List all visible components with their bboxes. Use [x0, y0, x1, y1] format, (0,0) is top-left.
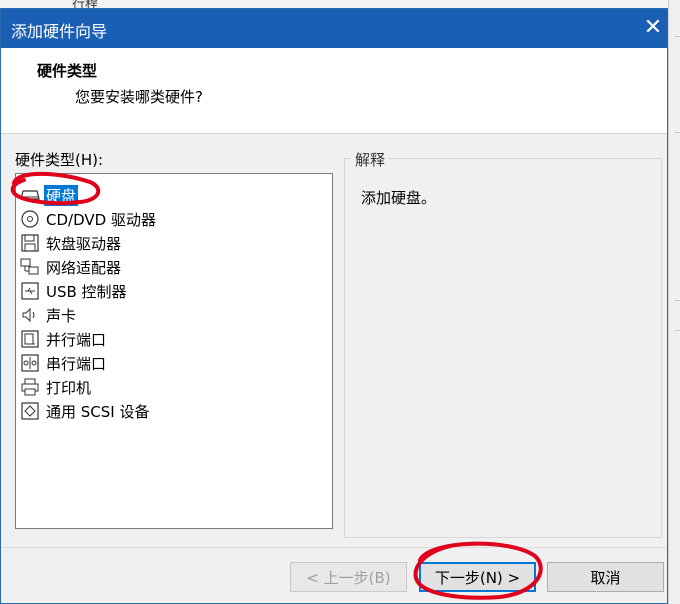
dialog-title: 添加硬件向导 [11, 22, 108, 41]
explanation-text: 添加硬盘。 [361, 189, 437, 207]
list-item-label: 硬盘 [44, 184, 79, 206]
list-item-usb-controller[interactable]: USB 控制器 [20, 280, 129, 302]
list-item-label: 网络适配器 [46, 258, 122, 277]
list-item-parallel-port[interactable]: 并行端口 [20, 328, 108, 350]
explanation-group: 解释 添加硬盘。 [344, 149, 662, 538]
header-subtitle: 您要安装哪类硬件? [75, 88, 203, 106]
network-adapter-icon [20, 257, 40, 277]
usb-icon [20, 281, 40, 301]
list-item-label: 并行端口 [46, 330, 107, 349]
hardware-type-label: 硬件类型(H): [15, 151, 104, 169]
list-item-label: 串行端口 [46, 354, 107, 373]
list-item-printer[interactable]: 打印机 [20, 376, 93, 398]
title-bar: 添加硬件向导 ✕ [1, 9, 667, 48]
list-item-label: USB 控制器 [46, 282, 127, 301]
list-item-label: 打印机 [46, 378, 92, 397]
list-item-network-adapter[interactable]: 网络适配器 [20, 256, 123, 278]
list-item-label: 软盘驱动器 [46, 234, 122, 253]
close-button[interactable]: ✕ [641, 13, 665, 43]
list-item-cd-dvd[interactable]: CD/DVD 驱动器 [20, 208, 158, 230]
parallel-port-icon [20, 329, 40, 349]
list-item-sound-card[interactable]: 声卡 [20, 304, 78, 326]
hard-disk-icon [20, 185, 40, 205]
cancel-button[interactable]: 取消 [547, 562, 664, 592]
floppy-icon [20, 233, 40, 253]
footer-divider [1, 547, 667, 548]
list-item-hard-disk[interactable]: 硬盘 [20, 184, 79, 206]
background-window-strip: 行程 [0, 0, 680, 12]
explanation-legend: 解释 [351, 149, 390, 170]
scsi-icon [20, 401, 40, 421]
next-button[interactable]: 下一步(N) > [419, 562, 536, 592]
add-hardware-wizard-dialog: 添加硬件向导 ✕ 硬件类型 您要安装哪类硬件? 硬件类型(H): 硬盘 CD/D… [0, 8, 668, 604]
list-item-floppy[interactable]: 软盘驱动器 [20, 232, 123, 254]
printer-icon [20, 377, 40, 397]
back-button[interactable]: < 上一步(B) [290, 562, 407, 592]
wizard-header: 硬件类型 您要安装哪类硬件? [1, 48, 667, 134]
cd-dvd-icon [20, 209, 40, 229]
list-item-label: CD/DVD 驱动器 [46, 210, 156, 229]
serial-port-icon [20, 353, 40, 373]
list-item-label: 通用 SCSI 设备 [46, 402, 150, 421]
speaker-icon [20, 305, 40, 325]
list-item-serial-port[interactable]: 串行端口 [20, 352, 108, 374]
list-item-label: 声卡 [46, 306, 77, 325]
background-window-right [668, 0, 680, 604]
list-item-generic-scsi[interactable]: 通用 SCSI 设备 [20, 400, 151, 422]
hardware-type-listbox[interactable]: 硬盘 CD/DVD 驱动器 软盘驱动器 网络适配器 USB 控制器 声卡 并行端… [15, 173, 333, 529]
header-title: 硬件类型 [37, 62, 98, 80]
